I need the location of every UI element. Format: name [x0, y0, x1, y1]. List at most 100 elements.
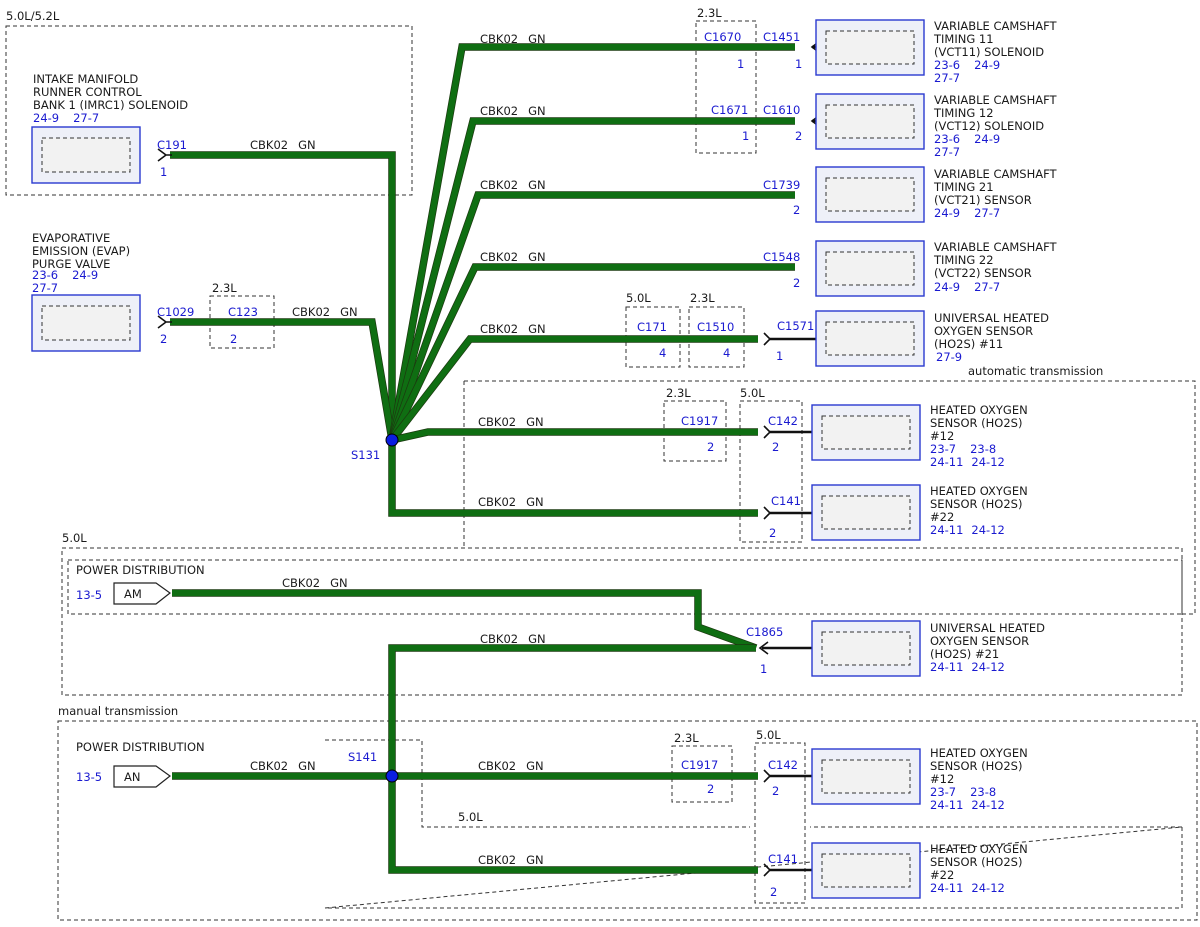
inline-engine-c1917m: 2.3L	[674, 731, 699, 745]
svg-text:13-5: 13-5	[76, 770, 102, 784]
svg-text:2: 2	[793, 203, 800, 217]
svg-text:CBK02GN: CBK02 GN	[478, 415, 544, 429]
svg-text:#22: #22	[930, 510, 954, 524]
svg-text:SENSOR (HO2S): SENSOR (HO2S)	[930, 855, 1022, 869]
svg-text:27-7: 27-7	[32, 281, 58, 295]
svg-text:(VCT12) SOLENOID: (VCT12) SOLENOID	[934, 119, 1044, 133]
component-evap[interactable]: EVAPORATIVE EMISSION (EVAP) PURGE VALVE …	[31, 231, 194, 352]
svg-text:23-723-8: 23-7 23-8	[930, 785, 996, 799]
svg-text:OXYGEN SENSOR: OXYGEN SENSOR	[930, 634, 1029, 648]
svg-text:4: 4	[659, 346, 666, 360]
svg-text:2: 2	[707, 440, 714, 454]
svg-text:EMISSION (EVAP): EMISSION (EVAP)	[32, 244, 130, 258]
svg-text:(HO2S) #21: (HO2S) #21	[930, 647, 999, 661]
svg-text:24-927-7: 24-9 27-7	[934, 206, 1000, 220]
svg-text:VARIABLE CAMSHAFT: VARIABLE CAMSHAFT	[934, 240, 1058, 254]
svg-text:CBK02GN: CBK02 GN	[250, 759, 316, 773]
svg-text:#12: #12	[930, 429, 954, 443]
power-distribution-an: POWER DISTRIBUTION 13-5 AN	[76, 740, 205, 788]
svg-text:UNIVERSAL HEATED: UNIVERSAL HEATED	[934, 311, 1049, 325]
power-distribution-am: POWER DISTRIBUTION 13-5 AM	[76, 563, 205, 605]
svg-text:C1670: C1670	[704, 30, 741, 44]
region-label-manual: manual transmission	[58, 704, 178, 718]
power-tag-an[interactable]	[113, 765, 172, 788]
component-uho2s11[interactable]: UNIVERSAL HEATED OXYGEN SENSOR (HO2S) #1…	[776, 310, 1049, 367]
wiring-diagram: 5.0L/5.2L automatic transmission 5.0L ma…	[5, 6, 1198, 921]
svg-text:TIMING 21: TIMING 21	[933, 180, 994, 194]
svg-text:2: 2	[770, 885, 777, 899]
svg-text:TIMING 12: TIMING 12	[933, 106, 994, 120]
svg-text:(VCT11) SOLENOID: (VCT11) SOLENOID	[934, 45, 1044, 59]
svg-text:C1917: C1917	[681, 414, 718, 428]
svg-text:(VCT22) SENSOR: (VCT22) SENSOR	[934, 266, 1032, 280]
svg-text:24-1124-12: 24-11 24-12	[930, 660, 1005, 674]
inline-engine-c1917a: 2.3L	[666, 386, 691, 400]
svg-text:27-7: 27-7	[934, 71, 960, 85]
svg-text:24-1124-12: 24-11 24-12	[930, 881, 1005, 895]
svg-text:INTAKE MANIFOLD: INTAKE MANIFOLD	[33, 72, 138, 86]
svg-text:CBK02GN: CBK02 GN	[292, 305, 358, 319]
wire-am-uho2s21	[172, 590, 758, 651]
inline-engine-5l-manual: 5.0L	[756, 728, 781, 742]
power-box-am	[67, 559, 1183, 615]
svg-text:1: 1	[737, 57, 744, 71]
svg-text:AN: AN	[124, 770, 140, 784]
svg-text:HEATED OXYGEN: HEATED OXYGEN	[930, 746, 1028, 760]
region-label-5l-52l: 5.0L/5.2L	[6, 9, 60, 23]
power-tag-am[interactable]	[113, 582, 172, 605]
svg-text:C1510: C1510	[697, 320, 734, 334]
svg-text:2: 2	[772, 440, 779, 454]
svg-text:2: 2	[707, 782, 714, 796]
svg-text:EVAPORATIVE: EVAPORATIVE	[32, 231, 110, 245]
component-ho2s12-auto[interactable]: HEATED OXYGEN SENSOR (HO2S) #12 23-7 23-8…	[768, 403, 1028, 469]
component-vct12[interactable]: VARIABLE CAMSHAFT TIMING 12 (VCT12) SOLE…	[763, 93, 1058, 159]
svg-text:CBK02GN: CBK02 GN	[250, 138, 316, 152]
svg-text:SENSOR (HO2S): SENSOR (HO2S)	[930, 759, 1022, 773]
svg-text:C171: C171	[637, 320, 667, 334]
splice-s141[interactable]	[385, 769, 399, 783]
svg-text:CBK02GN: CBK02 GN	[478, 853, 544, 867]
splice-s131[interactable]	[385, 433, 399, 447]
svg-text:24-927-7: 24-9 27-7	[33, 111, 99, 125]
svg-text:23-723-8: 23-7 23-8	[930, 442, 996, 456]
svg-text:C1571: C1571	[777, 319, 814, 333]
svg-text:BANK 1 (IMRC1) SOLENOID: BANK 1 (IMRC1) SOLENOID	[33, 98, 188, 112]
component-ho2s12-manual[interactable]: HEATED OXYGEN SENSOR (HO2S) #12 23-7 23-8…	[768, 746, 1028, 812]
svg-text:HEATED OXYGEN: HEATED OXYGEN	[930, 484, 1028, 498]
svg-text:CBK02GN: CBK02 GN	[480, 322, 546, 336]
svg-text:27-9: 27-9	[936, 350, 962, 364]
svg-text:24-1124-12: 24-11 24-12	[930, 455, 1005, 469]
svg-text:RUNNER CONTROL: RUNNER CONTROL	[33, 85, 142, 99]
component-imrc[interactable]: INTAKE MANIFOLD RUNNER CONTROL BANK 1 (I…	[31, 72, 188, 184]
wire-ho2s12-auto	[391, 429, 758, 443]
svg-text:1: 1	[742, 129, 749, 143]
wire-vct12	[389, 118, 795, 441]
component-vct21[interactable]: VARIABLE CAMSHAFT TIMING 21 (VCT21) SENS…	[763, 166, 1058, 223]
svg-text:C1029: C1029	[157, 305, 194, 319]
svg-text:C1917: C1917	[681, 758, 718, 772]
svg-text:C1610: C1610	[763, 103, 800, 117]
splice-label-s141: S141	[348, 750, 377, 764]
svg-text:OXYGEN SENSOR: OXYGEN SENSOR	[934, 324, 1033, 338]
wire-ho2s22-auto	[389, 440, 758, 516]
svg-text:C1671: C1671	[711, 103, 748, 117]
svg-text:POWER DISTRIBUTION: POWER DISTRIBUTION	[76, 740, 205, 754]
wire-evap	[170, 319, 395, 441]
inline-engine-c171: 5.0L	[626, 291, 651, 305]
svg-text:TIMING 11: TIMING 11	[933, 32, 994, 46]
component-vct22[interactable]: VARIABLE CAMSHAFT TIMING 22 (VCT22) SENS…	[763, 240, 1058, 297]
svg-text:POWER DISTRIBUTION: POWER DISTRIBUTION	[76, 563, 205, 577]
svg-text:24-927-7: 24-9 27-7	[934, 280, 1000, 294]
svg-text:C142: C142	[768, 758, 798, 772]
svg-text:C1739: C1739	[763, 178, 800, 192]
svg-text:(HO2S) #11: (HO2S) #11	[934, 337, 1003, 351]
svg-text:VARIABLE CAMSHAFT: VARIABLE CAMSHAFT	[934, 19, 1058, 33]
region-box-manual-inner	[324, 739, 1183, 909]
wire-imrc	[170, 152, 395, 440]
svg-text:SENSOR (HO2S): SENSOR (HO2S)	[930, 416, 1022, 430]
wire-harness	[170, 43, 795, 874]
svg-text:C141: C141	[768, 852, 798, 866]
svg-text:23-624-9: 23-6 24-9	[934, 58, 1000, 72]
component-vct11[interactable]: VARIABLE CAMSHAFT TIMING 11 (VCT11) SOLE…	[763, 19, 1058, 85]
svg-text:C1865: C1865	[746, 625, 783, 639]
